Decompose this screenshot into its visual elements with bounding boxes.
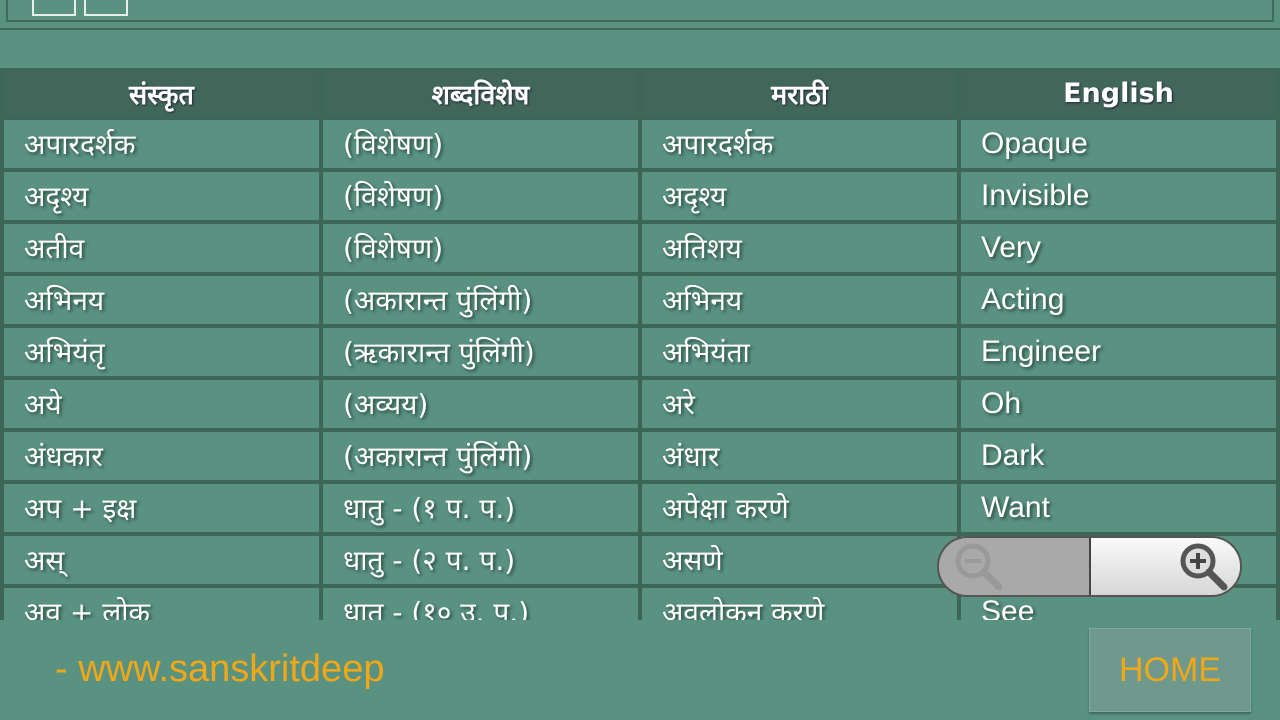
word-type-cell: (अकारान्त पुंलिंगी) <box>323 432 638 480</box>
marathi-cell: अदृश्य <box>642 172 957 220</box>
marathi-cell: अभियंता <box>642 328 957 376</box>
word-type-cell: धातु - (१ प. प.) <box>323 484 638 532</box>
english-cell: Opaque <box>961 120 1276 168</box>
english-cell: Engineer <box>961 328 1276 376</box>
table-row[interactable]: अभियंतृ (ऋकारान्त पुंलिंगी) अभियंता Enginee… <box>4 328 1276 376</box>
marathi-cell: अवलोकन करणे <box>642 588 957 620</box>
table-row[interactable]: अये (अव्यय) अरे Oh <box>4 380 1276 428</box>
toolbar-button-2[interactable] <box>84 0 128 16</box>
word-type-cell: (विशेषण) <box>323 224 638 272</box>
sanskrit-cell: अव + लोक <box>4 588 319 620</box>
word-type-cell: (विशेषण) <box>323 172 638 220</box>
marathi-cell: अपेक्षा करणे <box>642 484 957 532</box>
toolbar-button-1[interactable] <box>32 0 76 16</box>
marathi-cell: असणे <box>642 536 957 584</box>
table-row[interactable]: अपारदर्शक (विशेषण) अपारदर्शक Opaque <box>4 120 1276 168</box>
english-cell: Dark <box>961 432 1276 480</box>
table-row[interactable]: अप + इक्ष धातु - (१ प. प.) अपेक्षा करणे Wan… <box>4 484 1276 532</box>
zoom-controls <box>937 536 1242 597</box>
marathi-cell: अभिनय <box>642 276 957 324</box>
sanskrit-cell: अतीव <box>4 224 319 272</box>
table-row[interactable]: अतीव (विशेषण) अतिशय Very <box>4 224 1276 272</box>
top-toolbar <box>0 0 1280 30</box>
toolbar-frame <box>6 0 1274 22</box>
sanskrit-cell: अंधकार <box>4 432 319 480</box>
table-row[interactable]: अदृश्य (विशेषण) अदृश्य Invisible <box>4 172 1276 220</box>
sanskrit-cell: अभियंतृ <box>4 328 319 376</box>
zoom-out-button[interactable] <box>939 538 1091 595</box>
marathi-cell: अपारदर्शक <box>642 120 957 168</box>
sanskrit-cell: अभिनय <box>4 276 319 324</box>
english-cell: Very <box>961 224 1276 272</box>
website-link[interactable]: - www.sanskritdeep <box>55 648 440 691</box>
zoom-in-button[interactable] <box>1091 538 1240 595</box>
sanskrit-cell: अप + इक्ष <box>4 484 319 532</box>
marathi-cell: अरे <box>642 380 957 428</box>
table-header-row: संस्कृत शब्दविशेष मराठी English <box>4 70 1276 116</box>
sanskrit-cell: अस् <box>4 536 319 584</box>
english-cell: Oh <box>961 380 1276 428</box>
word-type-cell: (अव्यय) <box>323 380 638 428</box>
english-cell: Acting <box>961 276 1276 324</box>
column-header: संस्कृत <box>4 70 319 116</box>
marathi-cell: अतिशय <box>642 224 957 272</box>
word-type-cell: (ऋकारान्त पुंलिंगी) <box>323 328 638 376</box>
word-type-cell: (विशेषण) <box>323 120 638 168</box>
zoom-out-icon <box>955 543 1003 590</box>
column-header: English <box>961 70 1276 116</box>
english-cell: Want <box>961 484 1276 532</box>
table-row[interactable]: अंधकार (अकारान्त पुंलिंगी) अंधार Dark <box>4 432 1276 480</box>
english-cell: Invisible <box>961 172 1276 220</box>
zoom-in-icon <box>1180 543 1228 590</box>
column-header: मराठी <box>642 70 957 116</box>
table-row[interactable]: अभिनय (अकारान्त पुंलिंगी) अभिनय Acting <box>4 276 1276 324</box>
word-type-cell: धातु - (२ प. प.) <box>323 536 638 584</box>
home-button[interactable]: HOME <box>1089 628 1251 712</box>
sanskrit-cell: अदृश्य <box>4 172 319 220</box>
word-type-cell: धातु - (१० उ. प.) <box>323 588 638 620</box>
sanskrit-cell: अये <box>4 380 319 428</box>
marathi-cell: अंधार <box>642 432 957 480</box>
column-header: शब्दविशेष <box>323 70 638 116</box>
word-type-cell: (अकारान्त पुंलिंगी) <box>323 276 638 324</box>
sanskrit-cell: अपारदर्शक <box>4 120 319 168</box>
